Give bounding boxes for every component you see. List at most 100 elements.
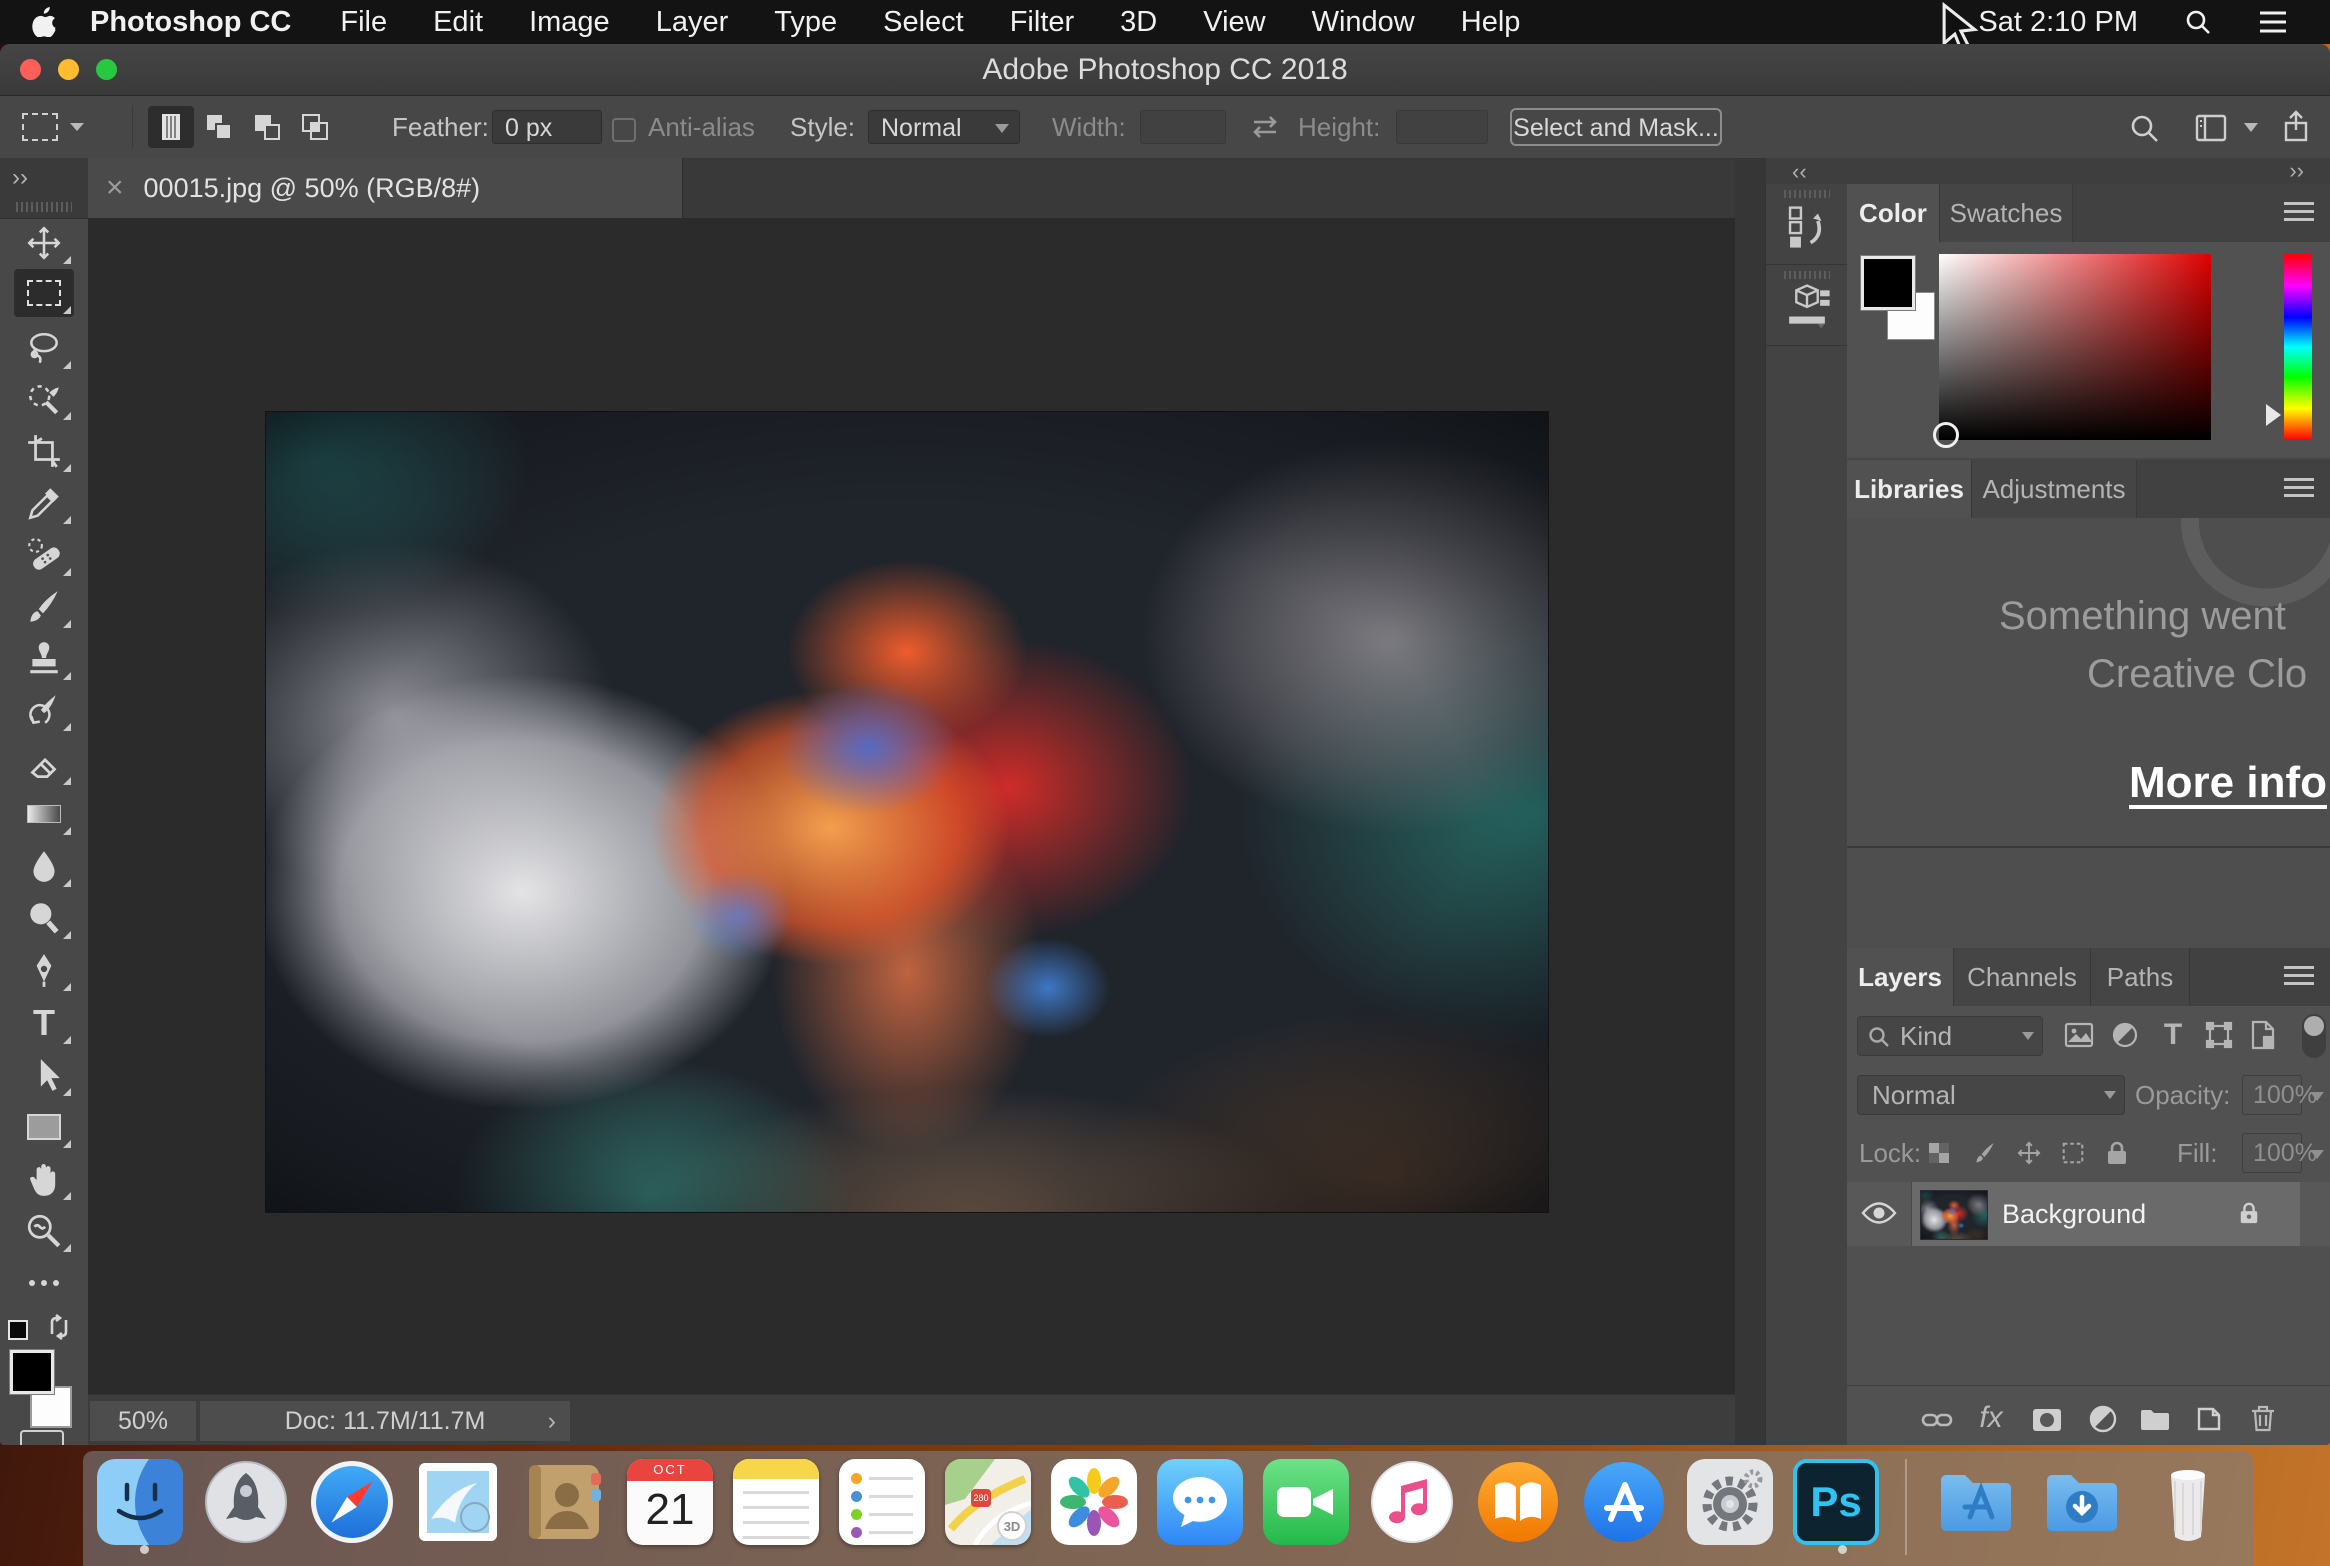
document-canvas[interactable] bbox=[266, 412, 1548, 1212]
dock-contacts[interactable] bbox=[521, 1459, 607, 1545]
spot-healing-brush-tool[interactable] bbox=[14, 531, 74, 579]
new-adjustment-layer-icon[interactable] bbox=[2083, 1399, 2123, 1439]
dock-notes[interactable] bbox=[733, 1459, 819, 1545]
quick-selection-tool[interactable] bbox=[14, 375, 74, 423]
3d-panel-button[interactable] bbox=[1766, 265, 1848, 346]
filter-shape-layers-icon[interactable] bbox=[2199, 1015, 2239, 1055]
new-selection-button[interactable] bbox=[148, 106, 194, 148]
dock-ibooks[interactable] bbox=[1475, 1459, 1561, 1545]
swap-width-height-icon[interactable] bbox=[1248, 112, 1282, 142]
dock-calendar[interactable]: OCT 21 bbox=[627, 1459, 713, 1545]
menu-edit[interactable]: Edit bbox=[410, 6, 506, 39]
anti-alias-checkbox[interactable] bbox=[612, 118, 636, 142]
layer-filter-kind-select[interactable]: Kind bbox=[1857, 1016, 2043, 1056]
toolbar-expand-icon[interactable]: ›› bbox=[12, 164, 28, 192]
brush-tool[interactable] bbox=[14, 583, 74, 631]
tab-color[interactable]: Color bbox=[1847, 184, 1940, 242]
foreground-color-swatch[interactable] bbox=[9, 1349, 55, 1395]
delete-layer-icon[interactable] bbox=[2243, 1398, 2283, 1438]
hand-tool[interactable] bbox=[14, 1155, 74, 1203]
subtract-from-selection-button[interactable] bbox=[244, 106, 290, 148]
tab-paths[interactable]: Paths bbox=[2091, 948, 2190, 1006]
dock-trash[interactable] bbox=[2145, 1459, 2231, 1545]
lock-position-icon[interactable] bbox=[2009, 1133, 2049, 1173]
color-panel-menu-icon[interactable] bbox=[2284, 202, 2314, 224]
search-icon[interactable] bbox=[2128, 112, 2160, 144]
fill-value[interactable]: 100% bbox=[2242, 1133, 2317, 1173]
layers-empty-area[interactable] bbox=[1847, 1246, 2330, 1385]
filter-adjustment-layers-icon[interactable] bbox=[2105, 1015, 2145, 1055]
document-tab[interactable]: × 00015.jpg @ 50% (RGB/8#) bbox=[88, 158, 683, 218]
collapse-panels-icon[interactable]: ›› bbox=[2289, 159, 2304, 183]
hue-slider-marker[interactable] bbox=[2266, 404, 2281, 426]
select-and-mask-button[interactable]: Select and Mask... bbox=[1510, 108, 1722, 146]
add-layer-mask-icon[interactable] bbox=[2027, 1400, 2067, 1440]
edit-toolbar-button[interactable] bbox=[14, 1259, 74, 1307]
status-chevron-icon[interactable]: › bbox=[548, 1401, 556, 1441]
dock-system-preferences[interactable] bbox=[1687, 1459, 1773, 1545]
workspace-chevron-icon[interactable] bbox=[2244, 123, 2258, 132]
menu-image[interactable]: Image bbox=[506, 6, 633, 39]
share-icon[interactable] bbox=[2280, 110, 2312, 144]
menu-3d[interactable]: 3D bbox=[1097, 6, 1180, 39]
clone-stamp-tool[interactable] bbox=[14, 635, 74, 683]
menu-select[interactable]: Select bbox=[860, 6, 987, 39]
doc-size-field[interactable]: Doc: 11.7M/11.7M › bbox=[200, 1401, 570, 1441]
layer-visibility-eye-icon[interactable] bbox=[1861, 1200, 1897, 1226]
blend-mode-select[interactable]: Normal bbox=[1857, 1075, 2125, 1115]
menu-clock[interactable]: Sat 2:10 PM bbox=[1978, 6, 2138, 39]
menu-type[interactable]: Type bbox=[751, 6, 860, 39]
dock-facetime[interactable] bbox=[1263, 1459, 1349, 1545]
menu-file[interactable]: File bbox=[317, 6, 410, 39]
rectangle-tool[interactable] bbox=[14, 1103, 74, 1151]
title-bar[interactable]: Adobe Photoshop CC 2018 bbox=[0, 44, 2330, 96]
width-input[interactable] bbox=[1140, 110, 1226, 144]
filter-toggle[interactable] bbox=[2302, 1014, 2326, 1058]
dock-launchpad[interactable] bbox=[203, 1459, 289, 1545]
fill-chevron-icon[interactable] bbox=[2310, 1150, 2324, 1159]
tool-preset-picker[interactable] bbox=[22, 106, 114, 148]
new-layer-icon[interactable] bbox=[2189, 1399, 2229, 1439]
height-input[interactable] bbox=[1396, 110, 1488, 144]
link-layers-icon[interactable] bbox=[1917, 1400, 1957, 1440]
lock-all-icon[interactable] bbox=[2097, 1133, 2137, 1173]
style-select[interactable]: Normal bbox=[868, 110, 1020, 144]
intersect-selection-button[interactable] bbox=[292, 106, 338, 148]
color-saturation-field[interactable] bbox=[1933, 254, 2211, 448]
dock-mail[interactable] bbox=[415, 1459, 501, 1545]
filter-type-layers-icon[interactable]: T bbox=[2153, 1015, 2193, 1055]
opacity-chevron-icon[interactable] bbox=[2310, 1092, 2324, 1101]
history-brush-tool[interactable] bbox=[14, 686, 74, 734]
layer-thumbnail[interactable] bbox=[1920, 1190, 1988, 1240]
layer-row-background[interactable]: Background bbox=[1847, 1182, 2330, 1246]
dock-photos[interactable] bbox=[1051, 1459, 1137, 1545]
dock-appstore[interactable] bbox=[1581, 1459, 1667, 1545]
lock-transparency-icon[interactable] bbox=[1919, 1133, 1959, 1173]
menu-window[interactable]: Window bbox=[1289, 6, 1438, 39]
dock-applications-folder[interactable] bbox=[1933, 1459, 2019, 1545]
color-picker-marker[interactable] bbox=[1933, 422, 1959, 448]
feather-input[interactable]: 0 px bbox=[492, 110, 602, 144]
color-foreground-swatch[interactable] bbox=[1860, 255, 1916, 311]
zoom-tool[interactable] bbox=[14, 1207, 74, 1255]
filter-pixel-layers-icon[interactable] bbox=[2059, 1015, 2099, 1055]
menu-layer[interactable]: Layer bbox=[633, 6, 752, 39]
new-group-icon[interactable] bbox=[2135, 1400, 2175, 1440]
tab-layers[interactable]: Layers bbox=[1847, 948, 1954, 1006]
dock-finder[interactable] bbox=[97, 1459, 183, 1545]
apple-menu-icon[interactable] bbox=[32, 7, 58, 37]
move-tool[interactable] bbox=[14, 219, 74, 267]
opacity-value[interactable]: 100% bbox=[2242, 1075, 2317, 1115]
dock-reminders[interactable] bbox=[839, 1459, 925, 1545]
hue-ramp[interactable] bbox=[2284, 254, 2312, 440]
menu-view[interactable]: View bbox=[1180, 6, 1288, 39]
filter-smart-objects-icon[interactable] bbox=[2243, 1015, 2283, 1055]
more-info-link[interactable]: More info bbox=[2129, 758, 2327, 808]
dock-messages[interactable] bbox=[1157, 1459, 1243, 1545]
layer-name[interactable]: Background bbox=[2002, 1182, 2146, 1246]
layer-style-fx-icon[interactable]: fx bbox=[1971, 1398, 2011, 1438]
tab-adjustments[interactable]: Adjustments bbox=[1972, 460, 2137, 518]
pen-tool[interactable] bbox=[14, 946, 74, 994]
workspace-switcher-icon[interactable] bbox=[2194, 113, 2228, 143]
rectangular-marquee-tool[interactable] bbox=[14, 269, 74, 317]
